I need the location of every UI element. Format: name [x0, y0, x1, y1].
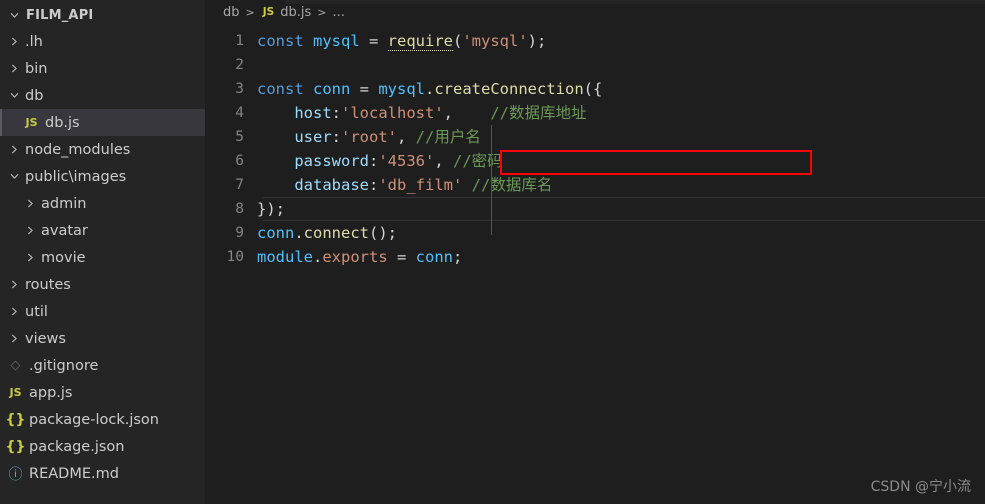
breadcrumb-ellipsis[interactable]: ... — [332, 5, 344, 20]
tree-item-label: app.js — [29, 384, 73, 401]
tree-item-label: views — [25, 330, 66, 347]
tree-item-label: db.js — [45, 114, 80, 131]
tree-item-label: .lh — [25, 33, 43, 50]
line-content: user:'root', //用户名 — [294, 128, 481, 146]
json-file-icon: {} — [5, 438, 26, 455]
tree-item-label: db — [25, 87, 44, 104]
code-line[interactable]: 10 module.exports = conn; — [205, 245, 985, 269]
js-file-icon: JS — [9, 386, 22, 399]
explorer-root-label: FILM_API — [26, 7, 94, 23]
chevron-right-icon[interactable] — [22, 252, 39, 263]
tree-item-node_modules[interactable]: node_modules — [0, 136, 205, 163]
tree-item-label: movie — [41, 249, 86, 266]
tree-item--gitignore[interactable]: ◇ .gitignore — [0, 352, 205, 379]
code-line[interactable]: 7 database:'db_film' //数据库名 — [205, 173, 985, 197]
code-lines: 1 const mysql = require('mysql'); 2 3 const … — [205, 29, 985, 269]
line-number: 5 — [235, 129, 244, 145]
chevron-down-icon[interactable] — [6, 90, 23, 101]
code-line[interactable]: 9 conn.connect(); — [205, 221, 985, 245]
git-file-icon: ◇ — [10, 358, 21, 373]
breadcrumb-file[interactable]: db.js — [280, 5, 311, 20]
watermark: CSDN @宁小流 — [870, 479, 971, 495]
tree-item-label: package-lock.json — [29, 411, 159, 428]
tree-item-label: node_modules — [25, 141, 131, 158]
line-content: const conn = mysql.createConnection({ — [257, 80, 603, 98]
chevron-down-icon[interactable] — [6, 171, 23, 182]
explorer-root-folder[interactable]: FILM_API — [0, 2, 205, 28]
line-content: module.exports = conn; — [257, 248, 463, 266]
md-file-icon: ⓘ — [8, 466, 23, 483]
chevron-right-icon[interactable] — [6, 279, 23, 290]
tree-item-app-js[interactable]: JS app.js — [0, 379, 205, 406]
line-number: 3 — [235, 81, 244, 97]
editor-pane: db > JS db.js > ... 1 const mysql = requi… — [205, 0, 985, 504]
line-number: 2 — [235, 57, 244, 73]
tree-item-label: package.json — [29, 438, 125, 455]
tree-item-db[interactable]: db — [0, 82, 205, 109]
code-line[interactable]: 1 const mysql = require('mysql'); — [205, 29, 985, 53]
line-content: password:'4536', //密码 — [294, 152, 503, 170]
chevron-right-icon[interactable] — [22, 198, 39, 209]
line-number: 4 — [235, 105, 244, 121]
code-line[interactable]: 6 password:'4536', //密码 — [205, 149, 985, 173]
tree-item-label: .gitignore — [29, 357, 99, 374]
vscode-window: FILM_API .lh bin db JS db.js node_modulespubli… — [0, 0, 985, 504]
tree-item-package-json[interactable]: {} package.json — [0, 433, 205, 460]
tree-item-avatar[interactable]: avatar — [0, 217, 205, 244]
explorer-tree: FILM_API .lh bin db JS db.js node_modulespubli… — [0, 2, 205, 487]
code-line[interactable]: 3 const conn = mysql.createConnection({ — [205, 77, 985, 101]
explorer-sidebar: FILM_API .lh bin db JS db.js node_modulespubli… — [0, 0, 205, 504]
tree-item-db-js[interactable]: JS db.js — [0, 109, 205, 136]
line-number: 9 — [235, 225, 244, 241]
line-number: 8 — [235, 201, 244, 217]
tree-item-util[interactable]: util — [0, 298, 205, 325]
tree-item-readme-md[interactable]: ⓘ README.md — [0, 460, 205, 487]
code-line[interactable]: 8}); — [205, 197, 985, 221]
tree-item-label: routes — [25, 276, 71, 293]
code-line[interactable]: 5 user:'root', //用户名 — [205, 125, 985, 149]
chevron-right-icon[interactable] — [22, 225, 39, 236]
line-number: 6 — [235, 153, 244, 169]
tree-item-package-lock-json[interactable]: {} package-lock.json — [0, 406, 205, 433]
breadcrumb-folder[interactable]: db — [223, 5, 240, 20]
chevron-right-icon[interactable] — [6, 144, 23, 155]
line-content: conn.connect(); — [257, 224, 398, 242]
indent-guide — [491, 125, 492, 235]
code-line[interactable]: 2 — [205, 53, 985, 77]
line-content: database:'db_film' //数据库名 — [294, 176, 553, 194]
chevron-right-icon: > — [245, 5, 255, 19]
tree-item--lh[interactable]: .lh — [0, 28, 205, 55]
chevron-down-icon[interactable] — [6, 10, 23, 21]
editor-tab-strip — [205, 0, 985, 4]
line-content: host:'localhost', //数据库地址 — [294, 104, 587, 122]
tree-item-label: bin — [25, 60, 48, 77]
tab-db-js[interactable] — [205, 0, 285, 4]
tree-item-views[interactable]: views — [0, 325, 205, 352]
tree-item-bin[interactable]: bin — [0, 55, 205, 82]
tree-item-label: README.md — [29, 465, 119, 482]
chevron-right-icon[interactable] — [6, 63, 23, 74]
tree-item-label: util — [25, 303, 48, 320]
tree-item-routes[interactable]: routes — [0, 271, 205, 298]
chevron-right-icon[interactable] — [6, 333, 23, 344]
code-line[interactable]: 4 host:'localhost', //数据库地址 — [205, 101, 985, 125]
line-number: 10 — [226, 249, 244, 265]
tree-item-label: public\images — [25, 168, 127, 185]
line-content: const mysql = require('mysql'); — [257, 32, 547, 51]
chevron-right-icon-2: > — [317, 5, 327, 19]
line-content: }); — [257, 200, 285, 218]
chevron-right-icon[interactable] — [6, 306, 23, 317]
json-file-icon: {} — [5, 411, 26, 428]
chevron-right-icon[interactable] — [6, 36, 23, 47]
tree-item-public-images[interactable]: public\images — [0, 163, 205, 190]
tree-item-label: avatar — [41, 222, 88, 239]
line-number: 7 — [235, 177, 244, 193]
code-editor[interactable]: 1 const mysql = require('mysql'); 2 3 const … — [205, 24, 985, 269]
js-file-icon: JS — [25, 116, 38, 129]
js-file-icon: JS — [262, 6, 275, 18]
tree-item-label: admin — [41, 195, 87, 212]
line-number: 1 — [235, 33, 244, 49]
tree-item-movie[interactable]: movie — [0, 244, 205, 271]
tree-item-admin[interactable]: admin — [0, 190, 205, 217]
